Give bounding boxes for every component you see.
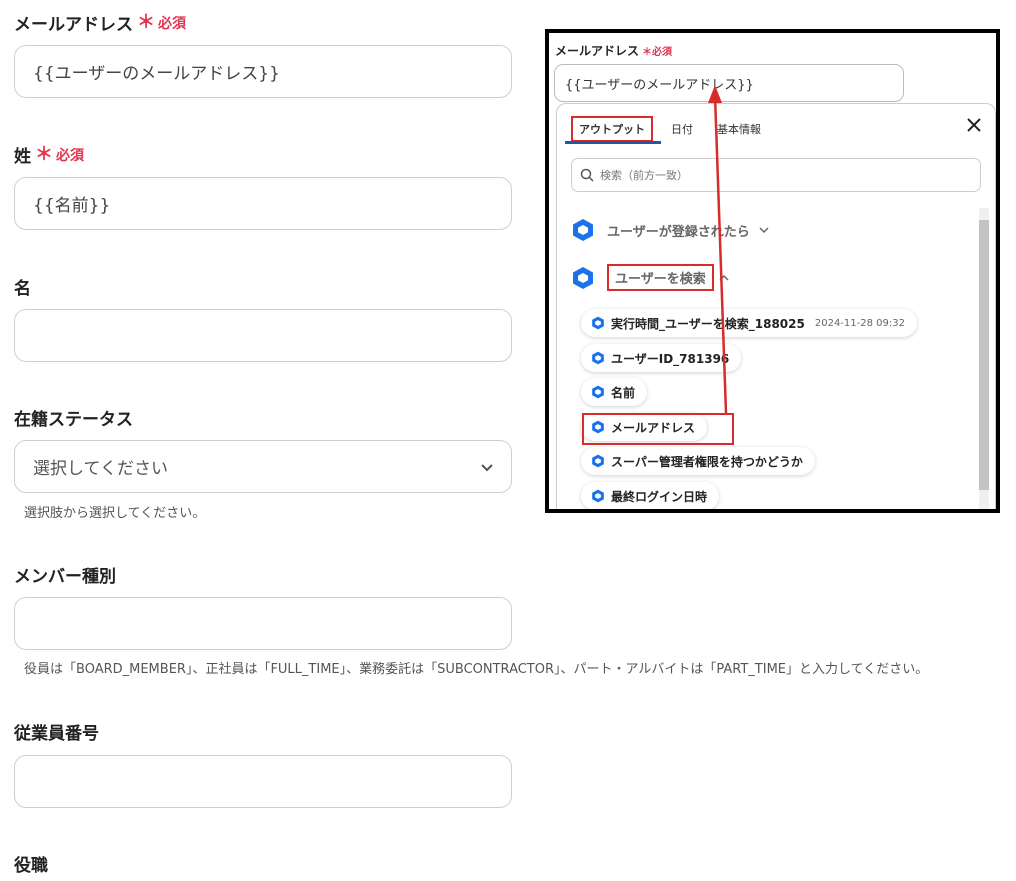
status-label: 在籍ステータス: [14, 410, 133, 430]
employee-no-field[interactable]: [14, 755, 512, 808]
annotation-arrow-icon: [708, 85, 728, 414]
position-label: 役職: [14, 856, 48, 876]
email-label: メールアドレス ＊必須: [14, 10, 186, 35]
status-help: 選択肢から選択してください。: [24, 506, 206, 521]
email-field-value: {{ユーザーのメールアドレス}}: [33, 64, 280, 84]
status-select[interactable]: 選択してください: [14, 440, 512, 493]
last-name-label: 姓 ＊必須: [14, 142, 84, 167]
asterisk-icon: ＊: [35, 143, 53, 165]
first-name-field[interactable]: [14, 309, 512, 362]
chevron-down-icon: [481, 463, 493, 471]
asterisk-icon: ＊: [137, 11, 155, 33]
member-type-help: 役員は「BOARD_MEMBER」、正社員は「FULL_TIME」、業務委託は「…: [24, 662, 929, 677]
required-badge: ＊必須: [137, 11, 186, 33]
member-type-field[interactable]: [14, 597, 512, 650]
email-label-text: メールアドレス: [14, 15, 133, 35]
last-name-label-text: 姓: [14, 147, 31, 167]
status-select-placeholder: 選択してください: [33, 459, 168, 479]
last-name-field-value: {{名前}}: [33, 196, 111, 216]
email-field[interactable]: {{ユーザーのメールアドレス}}: [14, 45, 512, 98]
required-badge: ＊必須: [35, 143, 84, 165]
last-name-field[interactable]: {{名前}}: [14, 177, 512, 230]
annotated-screenshot: メールアドレス ＊必須 {{ユーザーのメールアドレス}} アウトプット 日付 基…: [545, 29, 1000, 513]
employee-no-label: 従業員番号: [14, 724, 99, 744]
member-type-label: メンバー種別: [14, 567, 116, 587]
first-name-label: 名: [14, 279, 31, 299]
